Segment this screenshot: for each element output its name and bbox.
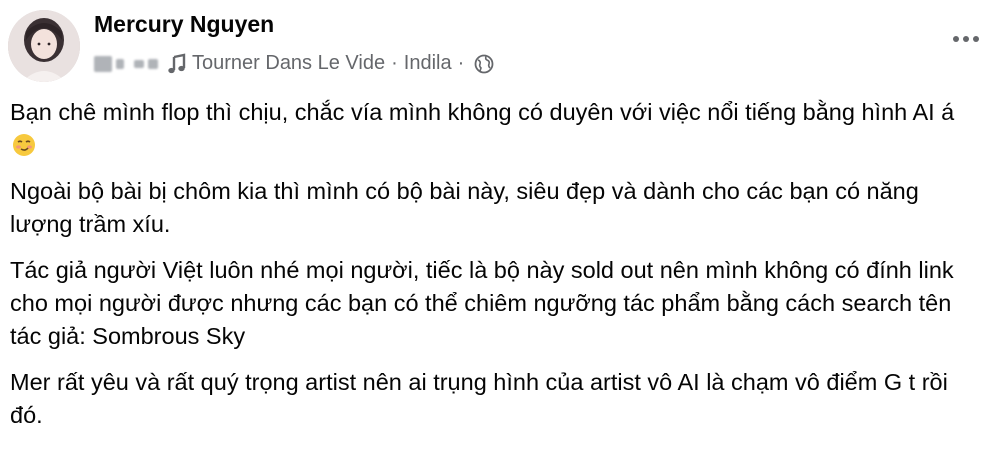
- post-paragraph-3: Tác giả người Việt luôn nhé mọi người, t…: [10, 257, 954, 349]
- blurred-timestamp[interactable]: [94, 55, 158, 72]
- post-content: Bạn chê mình flop thì chịu, chắc vía mìn…: [10, 96, 985, 445]
- paragraph-text: Bạn chê mình flop thì chịu, chắc vía mìn…: [10, 99, 955, 125]
- meta-separator: ·: [391, 52, 398, 74]
- song-artist[interactable]: Indila: [404, 52, 452, 75]
- meta-separator: ·: [457, 52, 465, 74]
- song-title[interactable]: Tourner Dans Le Vide: [192, 52, 385, 75]
- author-avatar[interactable]: [8, 10, 80, 82]
- post-paragraph-2: Ngoài bộ bài bị chôm kia thì mình có bộ …: [10, 178, 919, 237]
- globe-icon[interactable]: [474, 54, 494, 74]
- smirking-face-emoji: [13, 134, 35, 156]
- post-paragraph-1: Bạn chê mình flop thì chịu, chắc vía mìn…: [10, 96, 985, 162]
- post-paragraph-4: Mer rất yêu và rất quý trọng artist nên …: [10, 369, 948, 428]
- more-options-icon[interactable]: [947, 30, 985, 48]
- avatar-image: [8, 10, 80, 82]
- music-note-icon: [168, 53, 186, 73]
- author-name[interactable]: Mercury Nguyen: [94, 11, 274, 38]
- post-meta: Tourner Dans Le Vide · Indila ·: [94, 52, 494, 75]
